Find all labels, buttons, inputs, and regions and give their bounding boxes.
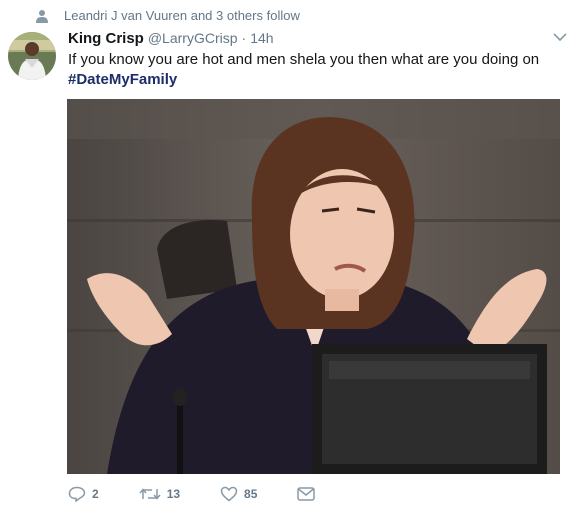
author-handle[interactable]: @LarryGCrisp <box>148 30 238 46</box>
separator-dot: · <box>241 30 247 46</box>
avatar-image <box>8 32 56 80</box>
retweet-count: 13 <box>166 487 181 501</box>
avatar[interactable] <box>8 32 56 80</box>
tweet-body: If you know you are hot and men shela yo… <box>68 51 540 68</box>
tweet-timestamp[interactable]: 14h <box>250 30 273 46</box>
tweet-text: If you know you are hot and men shela yo… <box>68 50 558 90</box>
media-photo <box>67 99 560 474</box>
reply-icon <box>68 486 86 502</box>
like-icon <box>220 486 238 502</box>
author-name[interactable]: King Crisp <box>68 30 144 47</box>
like-count: 85 <box>244 487 258 501</box>
direct-message-button[interactable] <box>297 487 316 501</box>
tweet-media-image[interactable] <box>67 99 560 474</box>
retweet-button[interactable]: 13 <box>139 486 180 502</box>
tweet-actions: 2 13 85 <box>68 486 355 502</box>
retweet-icon <box>139 488 161 500</box>
social-context[interactable]: Leandri J van Vuuren and 3 others follow <box>36 8 300 23</box>
caret-down-icon[interactable] <box>553 32 567 42</box>
message-icon <box>297 487 316 501</box>
hashtag-link[interactable]: #DateMyFamily <box>68 70 558 90</box>
like-button[interactable]: 85 <box>220 486 257 502</box>
reply-button[interactable]: 2 <box>68 486 99 502</box>
person-icon <box>36 10 48 23</box>
tweet-header: King Crisp @LarryGCrisp · 14h <box>68 30 557 47</box>
social-context-text: Leandri J van Vuuren and 3 others follow <box>64 8 300 23</box>
reply-count: 2 <box>92 487 99 501</box>
